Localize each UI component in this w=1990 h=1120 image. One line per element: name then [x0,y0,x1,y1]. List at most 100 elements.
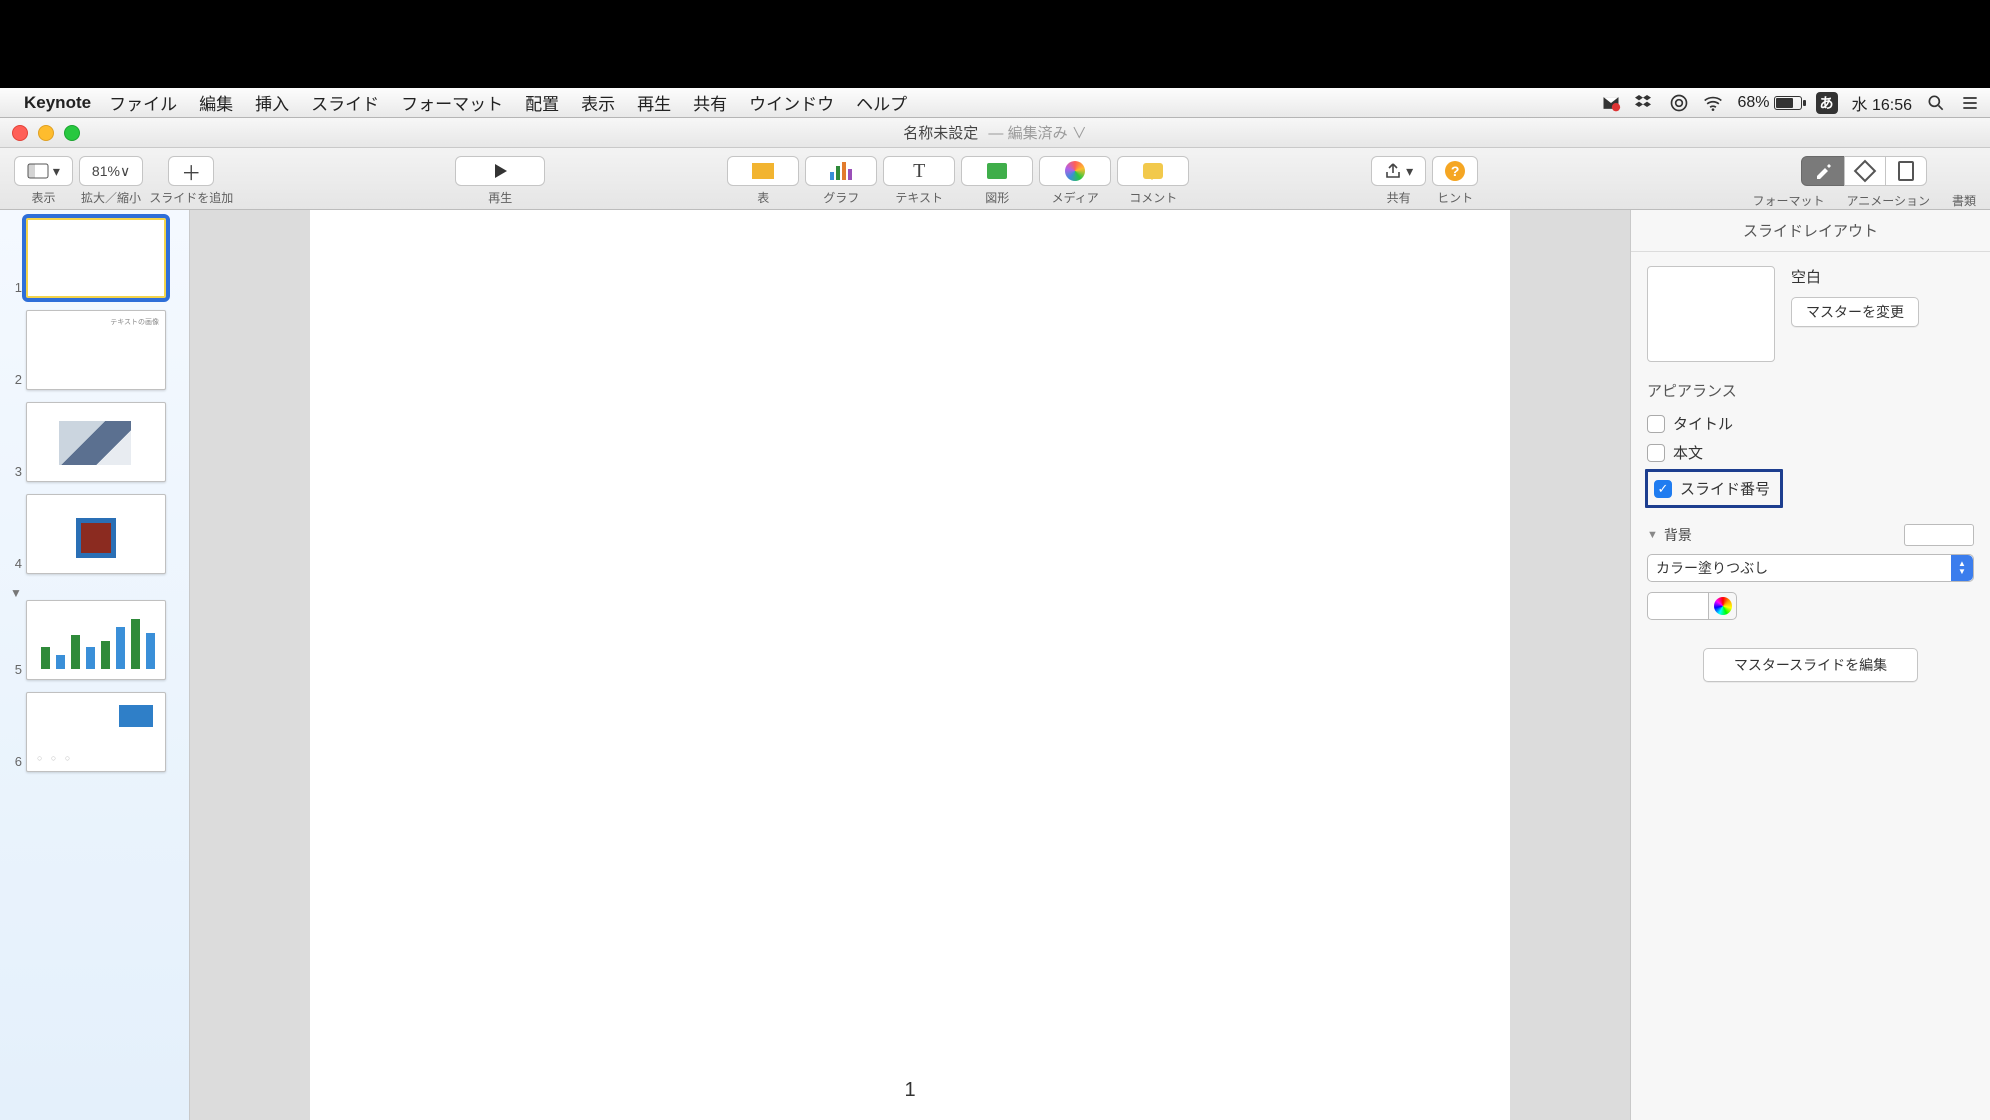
title-checkbox-label: タイトル [1673,413,1733,434]
master-name: 空白 [1791,266,1974,287]
slide-thumb-1[interactable]: 1 [6,218,183,298]
add-slide-label: スライドを追加 [149,189,233,206]
zoom-label: 拡大／縮小 [81,189,141,206]
slide-thumb-4[interactable]: 4 [6,494,183,574]
format-inspector: スライドレイアウト 空白 マスターを変更 アピアランス タイトル [1630,210,1990,1120]
slide-group-collapse-icon[interactable]: ▼ [10,586,183,600]
wifi-icon[interactable] [1703,93,1723,113]
disclosure-triangle-icon: ▼ [1647,529,1658,541]
menu-help[interactable]: ヘルプ [856,90,907,115]
background-disclosure[interactable]: ▼ 背景 [1647,524,1974,546]
document-tab-label: 書類 [1952,192,1976,209]
minimize-window-button[interactable] [38,125,54,141]
zoom-button[interactable]: 81%∨ [79,156,143,186]
notification-center-icon[interactable] [1960,93,1980,113]
menu-insert[interactable]: 挿入 [255,90,289,115]
text-button[interactable]: T [883,156,955,186]
body-checkbox-row[interactable]: 本文 [1647,438,1974,467]
edit-master-slide-button[interactable]: マスタースライドを編集 [1703,648,1918,682]
view-label: 表示 [31,189,55,206]
airdrop-icon[interactable] [1669,93,1689,113]
dropbox-status-icon[interactable] [1635,93,1655,113]
add-slide-button[interactable]: ＋ [168,156,214,186]
menu-window[interactable]: ウインドウ [749,90,834,115]
menu-slide[interactable]: スライド [311,90,379,115]
checkbox-icon [1647,444,1665,462]
change-master-button[interactable]: マスターを変更 [1791,297,1919,327]
master-preview-thumb [1647,266,1775,362]
battery-status[interactable]: 68% [1737,94,1801,112]
slide-number-placeholder[interactable]: 1 [904,1079,915,1102]
menu-arrange[interactable]: 配置 [525,90,559,115]
slide-canvas[interactable]: 1 [310,210,1510,1120]
slide-thumb-6[interactable]: 6 ○ ○ ○ [6,692,183,772]
table-label: 表 [757,189,769,206]
battery-percent: 68% [1737,94,1769,112]
keynote-window: 名称未設定 — 編集済み ∨ ▾ 表示 81%∨ 拡大／縮小 ＋ スライドを追加… [0,118,1990,1120]
background-fill-select[interactable]: カラー塗りつぶし ▲▼ [1647,554,1974,582]
slide-thumb-3[interactable]: 3 [6,402,183,482]
chart-button[interactable] [805,156,877,186]
slide-number-label: 1 [6,280,22,298]
checkbox-checked-icon: ✓ [1654,480,1672,498]
battery-icon [1774,96,1802,110]
animation-tab[interactable] [1844,156,1886,186]
select-arrows-icon: ▲▼ [1951,555,1973,581]
fill-type-value: カラー塗りつぶし [1656,558,1768,578]
slide-thumb-5[interactable]: 5 [6,600,183,680]
document-tab[interactable] [1885,156,1927,186]
share-button[interactable]: ▾ [1371,156,1426,186]
comment-button[interactable] [1117,156,1189,186]
slide-navigator: 1 2 テキストの画像 3 4 ▼ 5 [0,210,190,1120]
color-wheel-icon [1714,597,1732,615]
shape-button[interactable] [961,156,1033,186]
menu-edit[interactable]: 編集 [199,90,233,115]
background-color-well[interactable] [1647,592,1709,620]
menu-share[interactable]: 共有 [693,90,727,115]
toolbar: ▾ 表示 81%∨ 拡大／縮小 ＋ スライドを追加 再生 表 [0,148,1990,210]
slide-thumb-2[interactable]: 2 テキストの画像 [6,310,183,390]
document-title: 名称未設定 [903,125,978,142]
spotlight-icon[interactable] [1926,93,1946,113]
document-edited-status[interactable]: — 編集済み ∨ [988,125,1086,142]
window-titlebar: 名称未設定 — 編集済み ∨ [0,118,1990,148]
slide-number-checkbox-label: スライド番号 [1680,478,1770,499]
slide-canvas-area: 1 [190,210,1630,1120]
format-tab[interactable] [1801,156,1845,186]
comment-label: コメント [1129,189,1177,206]
play-button[interactable] [455,156,545,186]
media-button[interactable] [1039,156,1111,186]
slide-number-label: 4 [6,556,22,574]
slide-number-label: 5 [6,662,22,680]
text-label: テキスト [895,189,943,206]
menu-file[interactable]: ファイル [109,90,177,115]
background-preview-swatch [1904,524,1974,546]
appearance-section-title: アピアランス [1647,380,1974,401]
window-controls [12,125,80,141]
input-method-icon[interactable]: あ [1816,92,1838,114]
menu-format[interactable]: フォーマット [401,90,503,115]
title-checkbox-row[interactable]: タイトル [1647,409,1974,438]
color-picker-button[interactable] [1709,592,1737,620]
shape-label: 図形 [985,189,1009,206]
gmail-status-icon[interactable] [1601,93,1621,113]
animation-tab-label: アニメーション [1846,192,1930,209]
slide-number-label: 2 [6,372,22,390]
close-window-button[interactable] [12,125,28,141]
table-button[interactable] [727,156,799,186]
macos-menubar: Keynote ファイル 編集 挿入 スライド フォーマット 配置 表示 再生 … [0,88,1990,118]
body-checkbox-label: 本文 [1673,442,1703,463]
app-name[interactable]: Keynote [24,93,91,113]
background-label: 背景 [1664,525,1692,545]
hint-label: ヒント [1437,189,1473,206]
menu-play[interactable]: 再生 [637,90,671,115]
clock[interactable]: 水 16:56 [1852,91,1913,115]
view-button[interactable]: ▾ [14,156,73,186]
checkbox-icon [1647,415,1665,433]
slide-number-checkbox-row[interactable]: ✓ スライド番号 [1650,476,1774,501]
hint-button[interactable]: ? [1432,156,1478,186]
menu-view[interactable]: 表示 [581,90,615,115]
slide-number-label: 3 [6,464,22,482]
chart-label: グラフ [823,189,859,206]
fullscreen-window-button[interactable] [64,125,80,141]
